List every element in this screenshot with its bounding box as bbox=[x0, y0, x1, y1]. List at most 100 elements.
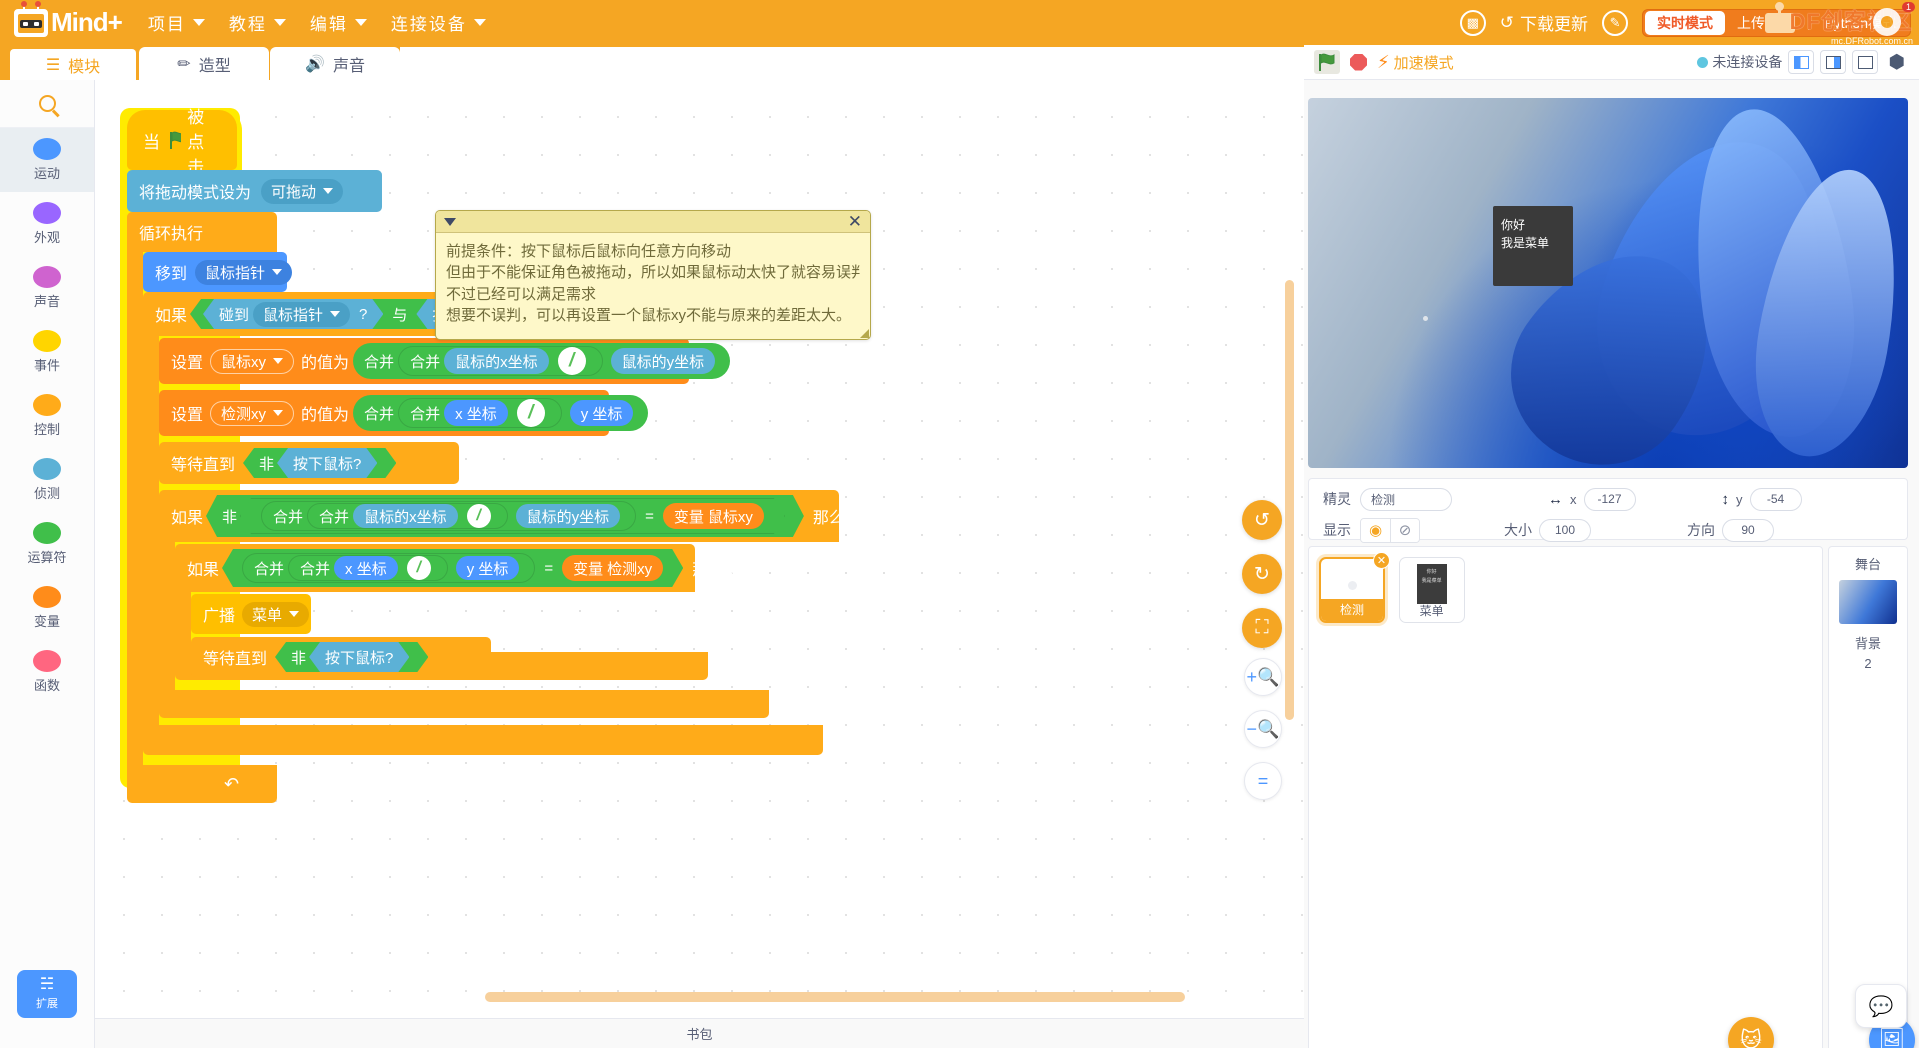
zoom-in-icon[interactable]: +🔍 bbox=[1244, 658, 1282, 696]
block-if-2-foot[interactable] bbox=[159, 690, 769, 718]
touching-target-dropdown[interactable]: 鼠标指针 bbox=[253, 302, 350, 327]
block-goto[interactable]: 移到 鼠标指针 bbox=[143, 252, 293, 292]
block-wait-until-2[interactable]: 等待直到 非 按下鼠标? bbox=[191, 637, 491, 677]
fullscreen-icon[interactable]: ⬢ bbox=[1884, 51, 1909, 74]
zoom-out-icon[interactable]: −🔍 bbox=[1244, 710, 1282, 748]
block-if-3[interactable]: 如果 合并 合并 x 坐标 / y 坐标 = 变量 检测xy 那么执行 bbox=[175, 544, 756, 592]
crop-icon[interactable]: ⛶ bbox=[1242, 608, 1282, 648]
chart-circle-icon[interactable]: ▩ bbox=[1459, 9, 1486, 36]
goto-target-dropdown[interactable]: 鼠标指针 bbox=[195, 259, 293, 285]
stage-canvas[interactable]: 你好 我是菜单 bbox=[1308, 98, 1908, 468]
block-forever-foot[interactable]: ↶ bbox=[127, 765, 277, 803]
block-set-drag-mode[interactable]: 将拖动模式设为 可拖动 bbox=[127, 170, 382, 212]
operator-join-outer-3[interactable]: 合并 合并 鼠标的x坐标 / 鼠标的y坐标 bbox=[261, 501, 636, 531]
operator-not-3[interactable]: 非 按下鼠标? bbox=[275, 642, 428, 672]
block-set-var-checkxy[interactable]: 设置 检测xy 的值为 合并 合并 x 坐标 / y 坐标 bbox=[159, 390, 649, 436]
operator-join-inner-2[interactable]: 合并 x 坐标 / bbox=[398, 398, 562, 428]
operator-join-inner-4[interactable]: 合并 x 坐标 / bbox=[288, 555, 448, 581]
sensing-mouse-down-2[interactable]: 按下鼠标? bbox=[277, 448, 377, 478]
sprite-direction-input[interactable]: 90 bbox=[1722, 518, 1774, 542]
layout-normal-icon[interactable] bbox=[1820, 50, 1847, 74]
block-forever[interactable]: 循环执行 bbox=[127, 212, 277, 252]
sensing-mouse-y-2[interactable]: 鼠标的y坐标 bbox=[516, 504, 621, 528]
block-broadcast[interactable]: 广播 菜单 bbox=[191, 594, 311, 634]
redo-icon[interactable]: ↻ bbox=[1242, 554, 1282, 594]
comment-body[interactable]: 前提条件：按下鼠标后鼠标向任意方向移动 但由于不能保证角色被拖动，所以如果鼠标动… bbox=[436, 233, 870, 334]
sensing-mouse-x-1[interactable]: 鼠标的x坐标 bbox=[444, 348, 549, 374]
sprite-size-input[interactable]: 100 bbox=[1539, 518, 1591, 542]
block-if-2[interactable]: 如果 非 合并 合并 鼠标的x坐标 / 鼠标的y坐标 = 变量 鼠标xy 那么执… bbox=[159, 490, 877, 542]
block-if-1-foot[interactable] bbox=[143, 725, 823, 755]
sprite-name-input[interactable]: 检测 bbox=[1360, 487, 1452, 511]
backpack-bar[interactable]: 书包 bbox=[95, 1018, 1304, 1048]
operator-join-inner-1[interactable]: 合并 鼠标的x坐标 / bbox=[398, 346, 603, 376]
menu-item-tutorial[interactable]: 教程 bbox=[229, 10, 286, 35]
block-when-flag-clicked[interactable]: 当 被点击 bbox=[127, 108, 237, 177]
add-sprite-button[interactable]: 🐱 bbox=[1728, 1017, 1774, 1048]
operator-not-2[interactable]: 非 合并 合并 鼠标的x坐标 / 鼠标的y坐标 = 变量 鼠标xy bbox=[206, 495, 804, 537]
menu-item-edit[interactable]: 编辑 bbox=[310, 10, 367, 35]
operator-equals-2[interactable]: 合并 合并 x 坐标 / y 坐标 = 变量 检测xy bbox=[222, 549, 683, 587]
motion-x-position-1[interactable]: x 坐标 bbox=[444, 400, 508, 426]
sensing-mouse-y-1[interactable]: 鼠标的y坐标 bbox=[610, 348, 716, 374]
set-var-2-dropdown[interactable]: 检测xy bbox=[210, 400, 295, 426]
operator-join-inner-3[interactable]: 合并 鼠标的x坐标 / bbox=[307, 503, 508, 529]
category-events[interactable]: 事件 bbox=[0, 320, 94, 384]
operator-not-1[interactable]: 非 按下鼠标? bbox=[243, 448, 396, 478]
gear-icon[interactable] bbox=[1873, 8, 1901, 36]
operator-join-outer-1[interactable]: 合并 合并 鼠标的x坐标 / 鼠标的y坐标 bbox=[353, 343, 731, 379]
category-looks[interactable]: 外观 bbox=[0, 192, 94, 256]
tab-blocks[interactable]: ☰ 模块 bbox=[8, 47, 138, 80]
sprite-x-input[interactable]: -127 bbox=[1583, 487, 1636, 511]
undo-icon[interactable]: ↺ bbox=[1242, 500, 1282, 540]
block-set-var-mousexy[interactable]: 设置 鼠标xy 的值为 合并 合并 鼠标的x坐标 / 鼠标的y坐标 bbox=[159, 338, 731, 384]
sensing-mouse-down-3[interactable]: 按下鼠标? bbox=[309, 642, 409, 672]
tab-sounds[interactable]: 🔊 声音 bbox=[270, 47, 400, 80]
comment-resize-handle[interactable] bbox=[860, 329, 869, 338]
category-motion[interactable]: 运动 bbox=[0, 128, 94, 192]
add-extension-button[interactable]: ☵ 扩展 bbox=[17, 970, 77, 1018]
sprite-y-input[interactable]: -54 bbox=[1749, 487, 1802, 511]
set-var-1-dropdown[interactable]: 鼠标xy bbox=[210, 348, 295, 374]
motion-x-position-2[interactable]: x 坐标 bbox=[334, 556, 398, 580]
stage-selector[interactable]: 舞台 背景 2 🖼 bbox=[1828, 546, 1915, 1048]
chat-icon[interactable]: 💬 bbox=[1855, 984, 1907, 1028]
download-update-button[interactable]: ↺ 下载更新 bbox=[1500, 10, 1588, 35]
operator-join-outer-2[interactable]: 合并 合并 x 坐标 / y 坐标 bbox=[353, 395, 649, 431]
sensing-mouse-x-2[interactable]: 鼠标的x坐标 bbox=[353, 504, 458, 528]
mode-realtime[interactable]: 实时模式 bbox=[1645, 10, 1726, 35]
category-functions[interactable]: 函数 bbox=[0, 640, 94, 704]
zoom-reset-icon[interactable]: = bbox=[1244, 762, 1282, 800]
motion-y-position-1[interactable]: y 坐标 bbox=[569, 400, 634, 426]
operator-equals-1[interactable]: 合并 合并 鼠标的x坐标 / 鼠标的y坐标 = 变量 鼠标xy bbox=[240, 498, 785, 534]
category-variables[interactable]: 变量 bbox=[0, 576, 94, 640]
tab-costumes[interactable]: ✏ 造型 bbox=[139, 47, 269, 80]
menu-item-connect-device[interactable]: 连接设备 bbox=[391, 10, 486, 35]
workspace-comment[interactable]: ✕ 前提条件：按下鼠标后鼠标向任意方向移动 但由于不能保证角色被拖动，所以如果鼠… bbox=[435, 210, 871, 340]
workspace-horizontal-scrollbar[interactable] bbox=[485, 992, 1185, 1002]
category-sensing[interactable]: 侦测 bbox=[0, 448, 94, 512]
layout-large-icon[interactable] bbox=[1852, 50, 1879, 74]
drag-mode-dropdown[interactable]: 可拖动 bbox=[261, 178, 344, 204]
sprite-item-detect[interactable]: ✕ 检测 bbox=[1319, 552, 1390, 623]
sprite-visibility-toggle[interactable]: ◉ ⊘ bbox=[1360, 517, 1420, 543]
eye-off-icon[interactable]: ⊘ bbox=[1390, 518, 1419, 542]
triangle-down-icon[interactable] bbox=[444, 217, 456, 226]
block-search-button[interactable] bbox=[0, 80, 94, 128]
variable-mousexy[interactable]: 变量 鼠标xy bbox=[663, 503, 764, 529]
sprite-detect-on-stage[interactable] bbox=[1423, 316, 1428, 321]
close-icon[interactable]: ✕ bbox=[848, 213, 862, 230]
category-sound[interactable]: 声音 bbox=[0, 256, 94, 320]
menu-item-project[interactable]: 项目 bbox=[148, 10, 205, 35]
motion-y-position-2[interactable]: y 坐标 bbox=[456, 556, 520, 580]
sensing-touching-1[interactable]: 碰到 鼠标指针 ? bbox=[203, 299, 383, 329]
turbo-mode-button[interactable]: ⚡ 加速模式 bbox=[1377, 52, 1454, 73]
variable-checkxy[interactable]: 变量 检测xy bbox=[562, 555, 663, 581]
comment-header[interactable]: ✕ bbox=[436, 211, 870, 233]
green-flag-button[interactable] bbox=[1314, 50, 1340, 74]
edit-circle-icon[interactable]: ✎ bbox=[1602, 9, 1629, 36]
stop-icon[interactable] bbox=[1350, 53, 1367, 71]
sprite-item-menu[interactable]: 你好 我是菜单 菜单 bbox=[1398, 557, 1465, 623]
category-control[interactable]: 控制 bbox=[0, 384, 94, 448]
eye-on-icon[interactable]: ◉ bbox=[1361, 518, 1390, 542]
